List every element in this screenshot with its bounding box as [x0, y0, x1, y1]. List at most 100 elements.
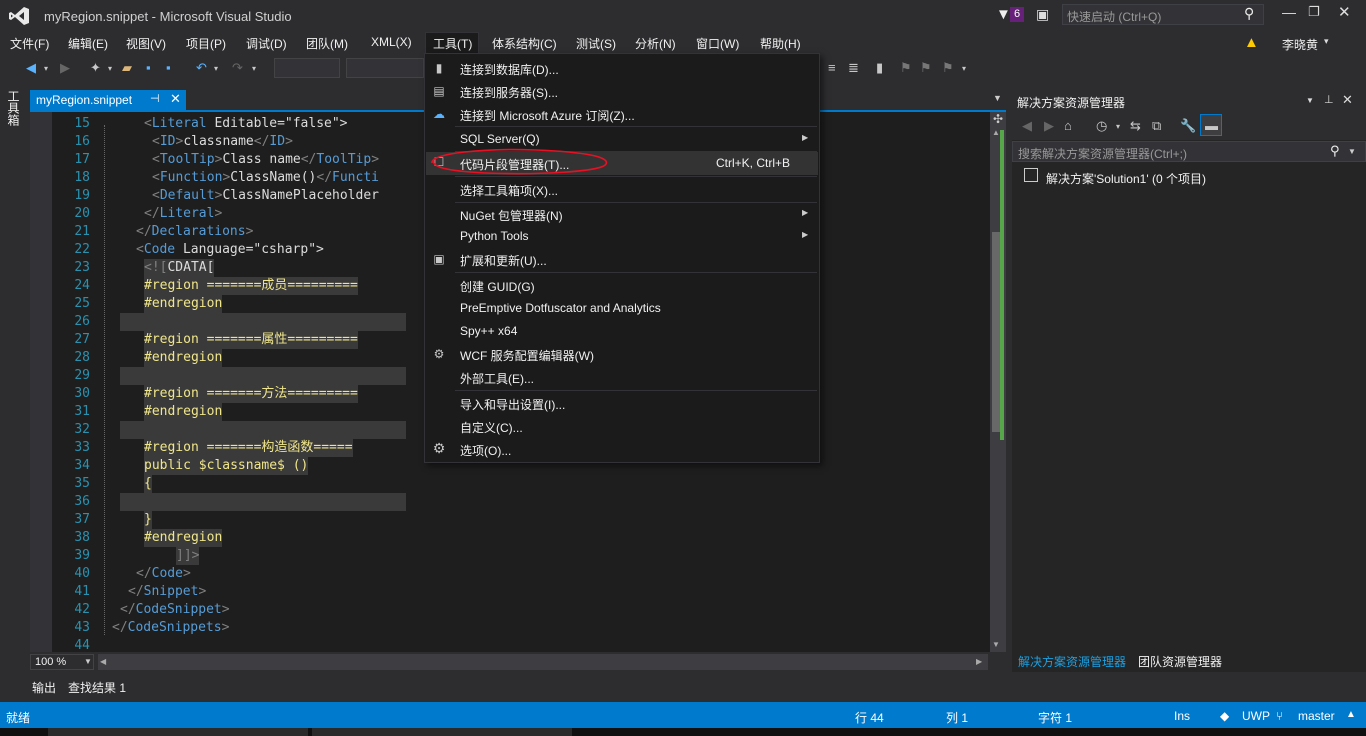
menu-edit[interactable]: 编辑(E) — [68, 35, 108, 52]
scrollbar-thumb[interactable] — [992, 232, 1000, 432]
code-line[interactable]: 16 <ID>classname</ID> — [58, 133, 293, 151]
maximize-button[interactable]: ❐ — [1308, 4, 1320, 20]
menu-item-connect-database[interactable]: ▮ 连接到数据库(D)... — [425, 57, 819, 80]
code-line[interactable]: 22 <Code Language="csharp"> — [58, 241, 324, 259]
code-line[interactable]: 42 </CodeSnippet> — [58, 601, 229, 619]
save-all-icon[interactable]: ▪ — [166, 60, 171, 75]
chevron-down-icon[interactable]: ▾ — [252, 64, 256, 73]
code-line[interactable]: 33 #region =======构造函数===== — [58, 439, 353, 457]
search-icon[interactable]: ⚲ — [1244, 5, 1254, 22]
menu-item-spy-plus-plus[interactable]: Spy++ x64 — [425, 320, 819, 343]
chevron-down-icon[interactable]: ▾ — [108, 64, 112, 73]
solution-platform-combo[interactable] — [346, 58, 424, 78]
scroll-left-icon[interactable]: ◀ — [100, 657, 106, 666]
window-position-dropdown-icon[interactable]: ▼ — [1306, 96, 1314, 105]
next-bookmark-icon[interactable]: ⚑ — [920, 60, 932, 76]
notifications-flag-icon[interactable]: ▼ — [996, 6, 1011, 23]
menu-help[interactable]: 帮助(H) — [760, 35, 801, 52]
undo-icon[interactable]: ↶ — [196, 60, 207, 76]
scroll-right-icon[interactable]: ▶ — [976, 657, 982, 666]
menu-item-wcf-editor[interactable]: ⚙ WCF 服务配置编辑器(W) — [425, 343, 819, 366]
menu-test[interactable]: 测试(S) — [576, 35, 616, 52]
prev-bookmark-icon[interactable]: ⚑ — [900, 60, 912, 76]
scroll-down-icon[interactable]: ▼ — [992, 640, 1000, 649]
menu-tools[interactable]: 工具(T) — [433, 35, 472, 52]
code-line[interactable]: 27 #region =======属性========= — [58, 331, 358, 349]
forward-icon[interactable]: ▶ — [1044, 118, 1054, 134]
save-icon[interactable]: ▪ — [146, 60, 151, 75]
feedback-icon[interactable]: ▣ — [1036, 6, 1049, 23]
minimize-button[interactable]: — — [1282, 4, 1296, 20]
code-line[interactable]: 30 #region =======方法========= — [58, 385, 358, 403]
code-line[interactable]: 34 public $classname$ () — [58, 457, 309, 475]
warning-icon[interactable]: ▲ — [1244, 34, 1259, 51]
code-line[interactable]: 36 — [58, 493, 406, 511]
code-line[interactable]: 23 <![CDATA[ — [58, 259, 215, 277]
chevron-down-icon[interactable]: ▼ — [1348, 147, 1356, 156]
preview-icon[interactable]: ▬ — [1205, 118, 1218, 133]
home-icon[interactable]: ⌂ — [1064, 118, 1072, 133]
menu-item-extensions-updates[interactable]: ▣ 扩展和更新(U)... — [425, 248, 819, 271]
back-icon[interactable]: ◀ — [26, 60, 36, 76]
pin-icon[interactable]: ⊣ — [150, 92, 160, 105]
menu-item-customize[interactable]: 自定义(C)... — [425, 415, 819, 438]
indent-icon[interactable]: ≣ — [848, 60, 859, 76]
menu-item-create-guid[interactable]: 创建 GUID(G) — [425, 274, 819, 297]
properties-icon[interactable]: 🔧 — [1180, 118, 1196, 134]
menu-file[interactable]: 文件(F) — [10, 35, 49, 52]
editor-horizontal-scrollbar[interactable] — [98, 654, 988, 670]
code-line[interactable]: 20 </Literal> — [58, 205, 222, 223]
chevron-up-icon[interactable]: ▲ — [1346, 709, 1356, 720]
scroll-up-icon[interactable]: ▲ — [992, 128, 1000, 137]
redo-icon[interactable]: ↷ — [232, 60, 243, 76]
quick-launch-input[interactable]: 快速启动 (Ctrl+Q) — [1062, 4, 1264, 25]
taskbar-item[interactable] — [48, 728, 308, 736]
menu-xml[interactable]: XML(X) — [371, 35, 412, 49]
code-line[interactable]: 25 #endregion — [58, 295, 223, 313]
chevron-down-icon[interactable]: ▾ — [1324, 36, 1329, 47]
code-line[interactable]: 40 </Code> — [58, 565, 190, 583]
open-folder-icon[interactable]: ▰ — [122, 60, 132, 76]
code-line[interactable]: 44 — [58, 637, 90, 655]
menu-analyze[interactable]: 分析(N) — [635, 35, 676, 52]
format-icon[interactable]: ≡ — [828, 60, 836, 75]
close-window-button[interactable]: ✕ — [1338, 3, 1351, 21]
forward-icon[interactable]: ▶ — [60, 60, 70, 76]
chevron-down-icon[interactable]: ▾ — [44, 64, 48, 73]
tab-list-dropdown-icon[interactable]: ▼ — [993, 93, 1002, 103]
tab-team-explorer[interactable]: 团队资源管理器 — [1138, 653, 1222, 670]
taskbar-item[interactable] — [312, 728, 572, 736]
code-line[interactable]: 31 #endregion — [58, 403, 223, 421]
collapse-all-icon[interactable]: ⧉ — [1152, 118, 1161, 134]
close-icon[interactable]: ✕ — [170, 91, 181, 107]
code-line[interactable]: 24 #region =======成员========= — [58, 277, 358, 295]
split-window-icon[interactable]: ✣ — [993, 112, 1003, 126]
search-icon[interactable]: ⚲ — [1330, 143, 1340, 159]
code-line[interactable]: 35 { — [58, 475, 152, 493]
code-line[interactable]: 19 <Default>ClassNamePlaceholder — [58, 187, 379, 205]
sync-icon[interactable]: ⇆ — [1130, 118, 1141, 134]
pending-changes-icon[interactable]: ◷ — [1096, 118, 1107, 134]
code-line[interactable]: 29 — [58, 367, 406, 385]
code-line[interactable]: 32 — [58, 421, 406, 439]
solution-tree-item[interactable]: 解决方案'Solution1' (0 个项目) — [1046, 170, 1206, 187]
chevron-down-icon[interactable]: ▾ — [1116, 122, 1120, 131]
code-line[interactable]: 37} — [58, 511, 152, 529]
menu-item-connect-azure[interactable]: ☁ 连接到 Microsoft Azure 订阅(Z)... — [425, 103, 819, 126]
back-icon[interactable]: ◀ — [1022, 118, 1032, 134]
chevron-down-icon[interactable]: ▼ — [84, 657, 92, 666]
solution-config-combo[interactable] — [274, 58, 340, 78]
auto-hide-pin-icon[interactable]: ⊥ — [1324, 93, 1334, 106]
menu-item-import-export-settings[interactable]: 导入和导出设置(I)... — [425, 392, 819, 415]
menu-item-external-tools[interactable]: 外部工具(E)... — [425, 366, 819, 389]
user-name[interactable]: 李晓黄 — [1282, 36, 1318, 53]
chevron-down-icon[interactable]: ▾ — [214, 64, 218, 73]
code-line[interactable]: 39]]> — [58, 547, 200, 565]
notification-count-badge[interactable]: 6 — [1010, 7, 1024, 22]
code-line[interactable]: 17 <ToolTip>Class name</ToolTip> — [58, 151, 379, 169]
code-line[interactable]: 26 — [58, 313, 406, 331]
code-line[interactable]: 21 </Declarations> — [58, 223, 253, 241]
code-line[interactable]: 43 </CodeSnippets> — [58, 619, 229, 637]
clear-bookmarks-icon[interactable]: ⚑ — [942, 60, 954, 76]
bookmark-icon[interactable]: ▮ — [876, 60, 883, 76]
